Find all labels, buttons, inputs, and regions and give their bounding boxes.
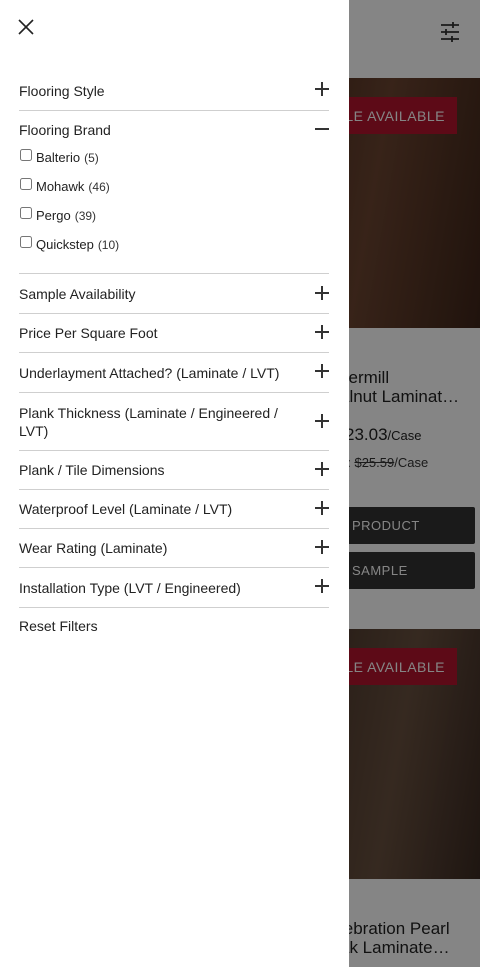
minus-icon[interactable] <box>315 122 329 136</box>
filter-label: Underlayment Attached? (Laminate / LVT) <box>19 364 280 381</box>
filter-label: Plank Thickness (Laminate / Engineered /… <box>19 404 278 439</box>
filter-header[interactable]: Price Per Square Foot <box>19 314 329 352</box>
brand-name: Balterio <box>36 150 81 165</box>
brand-name: Mohawk <box>36 179 85 194</box>
filter-underlayment-attached: Underlayment Attached? (Laminate / LVT) <box>19 353 329 393</box>
filter-header[interactable]: Sample Availability <box>19 274 329 313</box>
brand-option-mohawk[interactable]: Mohawk (46) <box>19 172 329 201</box>
brand-count: (10) <box>97 237 120 252</box>
close-icon[interactable] <box>16 17 36 37</box>
brand-name: Quickstep <box>36 237 94 252</box>
plus-icon[interactable] <box>315 462 329 476</box>
filter-flooring-brand: Flooring Brand Balterio (5) Mohawk (46) … <box>19 111 329 274</box>
filter-label: Plank / Tile Dimensions <box>19 462 165 478</box>
filter-price-per-square-foot: Price Per Square Foot <box>19 314 329 353</box>
brand-checkbox[interactable] <box>20 177 32 190</box>
filter-label: Flooring Brand <box>19 122 111 138</box>
filter-header[interactable]: Plank / Tile Dimensions <box>19 451 329 489</box>
filter-label: Wear Rating (Laminate) <box>19 540 168 556</box>
filter-header[interactable]: Installation Type (LVT / Engineered) <box>19 568 329 607</box>
brand-count: (39) <box>74 208 97 223</box>
filter-flooring-style: Flooring Style <box>19 71 329 111</box>
brand-option-balterio[interactable]: Balterio (5) <box>19 143 329 172</box>
filter-plank-thickness: Plank Thickness (Laminate / Engineered /… <box>19 393 329 451</box>
brand-name: Pergo <box>36 208 71 223</box>
filter-sample-availability: Sample Availability <box>19 274 329 314</box>
brand-count: (5) <box>84 150 99 165</box>
plus-icon[interactable] <box>315 414 329 428</box>
filter-header[interactable]: Plank Thickness (Laminate / Engineered /… <box>19 393 329 450</box>
brand-checkbox[interactable] <box>20 206 32 219</box>
brand-options: Balterio (5) Mohawk (46) Pergo (39) Quic… <box>19 139 329 273</box>
filter-waterproof-level: Waterproof Level (Laminate / LVT) <box>19 490 329 529</box>
brand-count: (46) <box>88 179 110 194</box>
plus-icon[interactable] <box>315 325 329 339</box>
filter-header[interactable]: Underlayment Attached? (Laminate / LVT) <box>19 353 329 392</box>
plus-icon[interactable] <box>315 501 329 515</box>
filter-label: Waterproof Level (Laminate / LVT) <box>19 501 233 517</box>
filter-drawer: Flooring Style Flooring Brand Balterio (… <box>0 0 349 967</box>
filter-header[interactable]: Flooring Style <box>19 71 329 110</box>
filter-installation-type: Installation Type (LVT / Engineered) <box>19 568 329 608</box>
filter-label: Sample Availability <box>19 285 136 302</box>
filter-header[interactable]: Wear Rating (Laminate) <box>19 529 329 567</box>
brand-checkbox[interactable] <box>20 235 32 248</box>
filter-header[interactable]: Waterproof Level (Laminate / LVT) <box>19 490 329 528</box>
plus-icon[interactable] <box>315 82 329 96</box>
filter-label: Flooring Style <box>19 82 105 99</box>
brand-checkbox[interactable] <box>20 148 32 161</box>
brand-option-pergo[interactable]: Pergo (39) <box>19 201 329 230</box>
plus-icon[interactable] <box>315 286 329 300</box>
plus-icon[interactable] <box>315 364 329 378</box>
filter-wear-rating: Wear Rating (Laminate) <box>19 529 329 568</box>
reset-filters-link[interactable]: Reset Filters <box>19 618 98 634</box>
filter-plank-tile-dimensions: Plank / Tile Dimensions <box>19 451 329 490</box>
filter-label: Price Per Square Foot <box>19 325 158 341</box>
brand-option-quickstep[interactable]: Quickstep (10) <box>19 230 329 259</box>
filter-label: Installation Type (LVT / Engineered) <box>19 579 241 596</box>
filter-list: Flooring Style Flooring Brand Balterio (… <box>19 71 329 636</box>
plus-icon[interactable] <box>315 540 329 554</box>
plus-icon[interactable] <box>315 579 329 593</box>
